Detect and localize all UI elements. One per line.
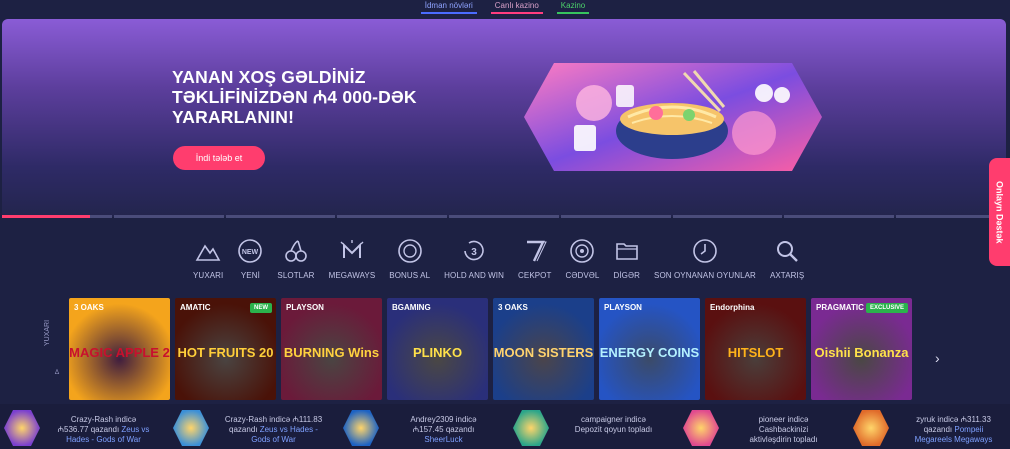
- hero-banner: YANAN XOŞ GƏLDİNİZ TƏKLİFİNİZDƏN ₼4 000-…: [2, 19, 1006, 217]
- game-tile[interactable]: 3 OAKS MAGIC APPLE 2: [69, 298, 170, 400]
- top-nav: İdman növləri Canlı kazino Kazino: [0, 0, 1010, 14]
- win-game-link[interactable]: Zeus vs Hades -: [260, 425, 318, 434]
- game-title: MAGIC APPLE 2: [69, 345, 170, 360]
- category-slotlar[interactable]: SLOTLAR: [270, 234, 321, 280]
- nav-casino[interactable]: Kazino: [556, 0, 590, 14]
- win-game-thumbnail[interactable]: [683, 410, 719, 446]
- game-title: BURNING Wins: [283, 345, 380, 360]
- win-item[interactable]: Crazy-Rash indicə ₼536.77 qazandı Zeus vs…: [4, 406, 164, 448]
- game-tile[interactable]: 3 OAKS MOON SISTERS: [493, 298, 594, 400]
- game-provider: Endorphina: [710, 303, 755, 312]
- scroll-top-arrow-icon[interactable]: [48, 368, 66, 386]
- game-badge: NEW: [250, 303, 272, 313]
- claim-now-button[interactable]: İndi tələb et: [173, 146, 265, 170]
- online-support-tab[interactable]: Onlayn Dəstək: [989, 158, 1010, 266]
- progress-bar[interactable]: [337, 215, 448, 218]
- category-cedvel[interactable]: CƏDVƏL: [559, 234, 607, 280]
- game-provider: 3 OAKS: [498, 303, 528, 312]
- win-game-link[interactable]: Hades - Gods of War: [46, 435, 161, 445]
- win-game-link[interactable]: Gods of War: [216, 435, 331, 445]
- win-text: Crazy-Rash indicə ₼536.77 qazandı Zeus vs…: [46, 415, 161, 445]
- game-tile[interactable]: AMATIC NEW HOT FRUITS 20: [175, 298, 276, 400]
- win-game-thumbnail[interactable]: [173, 410, 209, 446]
- win-item[interactable]: Crazy-Rash indicə ₼111.83 qazandı Zeus vs…: [173, 406, 334, 448]
- win-game-link[interactable]: Zeus vs: [121, 425, 149, 434]
- category-yeni[interactable]: NEW YENİ: [230, 234, 270, 280]
- category-search[interactable]: AXTARIŞ: [763, 234, 811, 280]
- mountain-icon: [195, 244, 221, 261]
- game-tile[interactable]: PLAYSON ENERGY COINS: [599, 298, 700, 400]
- svg-text:NEW: NEW: [242, 249, 259, 256]
- svg-text:3: 3: [471, 247, 477, 258]
- game-badge: EXCLUSIVE: [865, 303, 908, 313]
- game-provider: PLAYSON: [286, 303, 324, 312]
- hero-title: YANAN XOŞ GƏLDİNİZ TƏKLİFİNİZDƏN ₼4 000-…: [172, 67, 417, 127]
- win-text: zyruk indicə ₼311.33 qazandı Pompeii Megar…: [896, 415, 1010, 445]
- win-text: Crazy-Rash indicə ₼111.83 qazandı Zeus vs…: [216, 415, 331, 445]
- game-title: ENERGY COINS: [599, 345, 700, 360]
- game-title: HITSLOT: [727, 345, 784, 360]
- win-game-link[interactable]: Megareels Megaways: [896, 435, 1010, 445]
- category-diger[interactable]: DİGƏR: [606, 234, 647, 280]
- history-clock-icon: [693, 239, 717, 263]
- win-text: Andrey2309 indicə ₼157.45 qazandı SheerLuc…: [386, 415, 501, 445]
- game-provider: BGAMING: [392, 303, 431, 312]
- category-megaways[interactable]: MEGAWAYS: [322, 234, 383, 280]
- win-game-link[interactable]: SheerLuck: [386, 435, 501, 445]
- win-item[interactable]: pioneer indicə Cashbackinizi aktivləşdirin…: [683, 406, 844, 448]
- progress-bar[interactable]: [2, 215, 112, 218]
- win-game-thumbnail[interactable]: [513, 410, 549, 446]
- game-tile[interactable]: Endorphina HITSLOT: [705, 298, 806, 400]
- games-row: 3 OAKS MAGIC APPLE 2 AMATIC NEW HOT FRUITS 2…: [69, 298, 931, 400]
- category-bonus-al[interactable]: BONUS AL: [382, 234, 437, 280]
- progress-bar[interactable]: [449, 215, 559, 218]
- recent-wins-ticker: Crazy-Rash indicə ₼536.77 qazandı Zeus vs…: [0, 404, 1010, 449]
- hold-and-win-icon: 3: [464, 240, 484, 261]
- banner-progress: [2, 215, 1007, 218]
- game-title: HOT FRUITS 20: [177, 345, 274, 360]
- win-text: campaigner indicə Depozit qoyun topladı: [574, 415, 653, 434]
- progress-bar[interactable]: [784, 215, 895, 218]
- progress-bar[interactable]: [560, 215, 671, 218]
- progress-bar[interactable]: [113, 215, 224, 218]
- win-item[interactable]: zyruk indicə ₼311.33 qazandı Pompeii Megar…: [853, 406, 1010, 448]
- game-provider: PLAYSON: [604, 303, 642, 312]
- roulette-icon: [570, 239, 595, 263]
- next-arrow-icon[interactable]: ›: [935, 350, 940, 366]
- game-tile[interactable]: BGAMING PLINKO: [387, 298, 488, 400]
- win-game-thumbnail[interactable]: [4, 410, 40, 446]
- new-badge-icon: NEW: [238, 239, 263, 263]
- win-item[interactable]: campaigner indicə Depozit qoyun topladı: [513, 406, 674, 448]
- nav-sports[interactable]: İdman növləri: [420, 0, 477, 14]
- category-menu: YUXARI NEW YENİ SLOTLAR MEGAWAYS BONUS A…: [186, 234, 826, 280]
- bonus-coin-icon: [397, 239, 422, 263]
- game-provider: AMATIC: [180, 303, 211, 312]
- win-game-link[interactable]: Pompeii: [954, 425, 983, 434]
- category-recently-played[interactable]: SON OYNANAN OYUNLAR: [647, 234, 763, 280]
- progress-bar[interactable]: [225, 215, 336, 218]
- game-tile[interactable]: PRAGMATIC PLAY EXCLUSIVE Oishii Bonanza: [811, 298, 912, 400]
- category-hold-and-win[interactable]: 3 HOLD AND WIN: [437, 234, 511, 280]
- game-title: MOON SISTERS: [493, 345, 594, 360]
- win-text: pioneer indicə Cashbackinizi aktivləşdirin…: [749, 415, 818, 444]
- progress-bar[interactable]: [672, 215, 783, 218]
- win-game-thumbnail[interactable]: [853, 410, 889, 446]
- seven-icon: [526, 240, 547, 262]
- game-title: PLINKO: [412, 345, 463, 360]
- win-item[interactable]: Andrey2309 indicə ₼157.45 qazandı SheerLuc…: [343, 406, 504, 448]
- search-icon: [777, 241, 798, 262]
- category-yuxari[interactable]: YUXARI: [186, 234, 230, 280]
- game-title: Oishii Bonanza: [814, 345, 909, 360]
- scroll-top-label: YUXARI: [44, 319, 51, 346]
- game-tile[interactable]: PLAYSON BURNING Wins: [281, 298, 382, 400]
- nav-live-casino[interactable]: Canlı kazino: [490, 0, 543, 14]
- megaways-icon: [340, 240, 364, 258]
- game-provider: 3 OAKS: [74, 303, 104, 312]
- folder-icon: [615, 243, 638, 260]
- win-game-thumbnail[interactable]: [343, 410, 379, 446]
- hero-ramen-illustration: [524, 63, 822, 171]
- cherries-icon: [285, 240, 307, 262]
- category-cekpot[interactable]: CEKPOT: [511, 234, 559, 280]
